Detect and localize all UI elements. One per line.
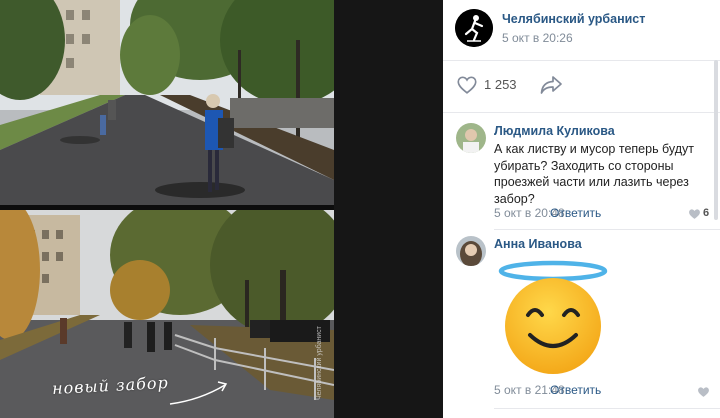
photo-viewer-background	[334, 0, 443, 418]
comment-item: Анна Иванова 5 окт в 21:48 Ответить	[443, 236, 720, 406]
photo-watermark: Челябинский урбанист	[316, 326, 323, 400]
comment-author[interactable]: Людмила Куликова	[494, 124, 615, 138]
skater-silhouette-icon[interactable]	[455, 9, 493, 47]
comment-item: Людмила Куликова А как листву и мусор те…	[443, 123, 720, 227]
heart-icon[interactable]	[688, 208, 701, 220]
post-side-panel: Челябинский урбанист 5 окт в 20:26 1 253…	[443, 0, 720, 418]
post-header: Челябинский урбанист 5 окт в 20:26	[443, 0, 720, 60]
divider	[443, 112, 720, 113]
comment-text: А как листву и мусор теперь будут убират…	[494, 142, 695, 206]
angel-smile-sticker	[498, 260, 608, 374]
heart-icon[interactable]	[697, 386, 710, 398]
post-photo[interactable]: новый забор Челябинский урбанист	[0, 0, 443, 418]
reply-button[interactable]: Ответить	[550, 206, 601, 220]
avatar[interactable]	[456, 236, 486, 266]
comment-author[interactable]: Анна Иванова	[494, 237, 582, 251]
photo-before	[0, 0, 334, 205]
avatar[interactable]	[456, 123, 486, 153]
group-name-link[interactable]: Челябинский урбанист	[502, 12, 645, 26]
post-date[interactable]: 5 окт в 20:26	[502, 31, 573, 45]
likes-count[interactable]: 1 253	[484, 77, 517, 92]
divider	[494, 408, 720, 409]
comment-like-count[interactable]: 6	[703, 207, 709, 219]
reply-button[interactable]: Ответить	[550, 383, 601, 397]
share-arrow-icon[interactable]	[539, 74, 563, 96]
scrollbar[interactable]	[714, 60, 718, 220]
divider	[494, 229, 720, 230]
post-actions: 1 253	[443, 60, 720, 112]
heart-icon[interactable]	[456, 74, 478, 96]
